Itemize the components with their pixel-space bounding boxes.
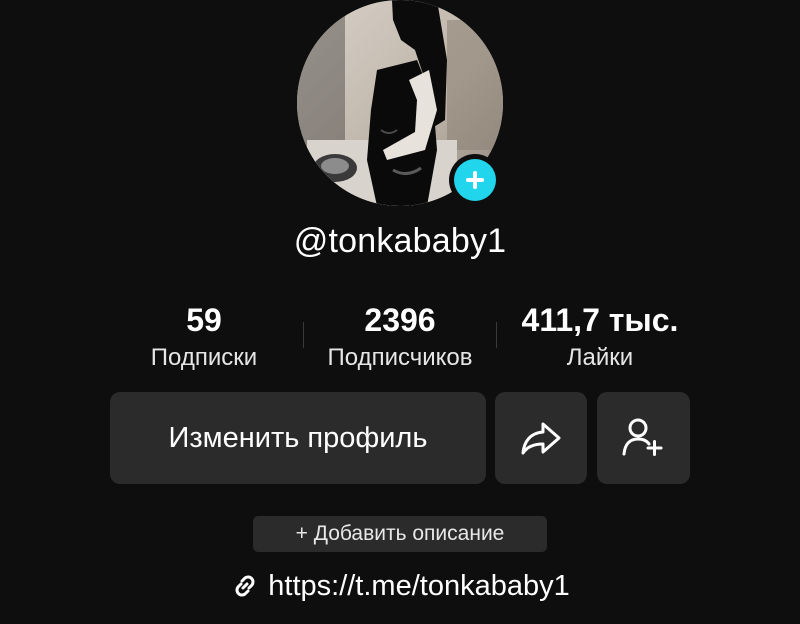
stat-following[interactable]: 59 Подписки bbox=[130, 300, 278, 376]
add-description-button[interactable]: + Добавить описание bbox=[253, 516, 547, 552]
username: @tonkababy1 bbox=[293, 222, 507, 260]
likes-label: Лайки bbox=[566, 344, 634, 371]
add-friend-button[interactable] bbox=[597, 392, 690, 484]
profile-link-row: https://t.me/tonkababy1 bbox=[0, 566, 800, 606]
profile-stats: 59 Подписки 2396 Подписчиков 411,7 тыс. … bbox=[130, 300, 700, 380]
profile-link[interactable]: https://t.me/tonkababy1 bbox=[268, 570, 569, 603]
add-avatar-button[interactable] bbox=[449, 154, 501, 206]
share-profile-button[interactable] bbox=[495, 392, 587, 484]
stats-divider bbox=[303, 322, 304, 348]
plus-icon bbox=[466, 171, 484, 189]
add-person-icon bbox=[622, 418, 662, 456]
share-arrow-icon bbox=[521, 422, 561, 455]
edit-profile-button[interactable]: Изменить профиль bbox=[110, 392, 486, 484]
add-avatar-badge bbox=[454, 159, 496, 201]
avatar-container bbox=[297, 0, 503, 206]
stat-followers[interactable]: 2396 Подписчиков bbox=[306, 300, 494, 376]
likes-count: 411,7 тыс. bbox=[521, 302, 679, 338]
link-icon bbox=[235, 575, 255, 597]
following-label: Подписки bbox=[150, 344, 258, 371]
following-count: 59 bbox=[186, 302, 222, 338]
stats-divider bbox=[496, 322, 497, 348]
add-description-label: + Добавить описание bbox=[295, 522, 505, 545]
stat-likes[interactable]: 411,7 тыс. Лайки bbox=[500, 300, 700, 376]
edit-profile-label: Изменить профиль bbox=[168, 421, 428, 454]
followers-count: 2396 bbox=[364, 302, 436, 338]
followers-label: Подписчиков bbox=[327, 344, 473, 371]
